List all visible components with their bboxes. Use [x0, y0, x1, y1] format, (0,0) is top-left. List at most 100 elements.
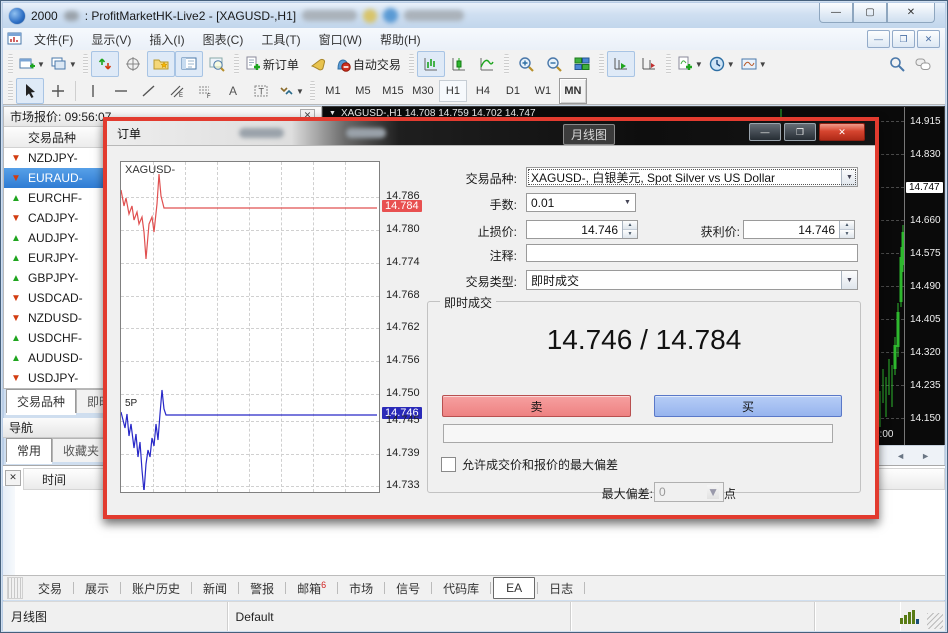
- toolbar-grip[interactable]: [8, 81, 13, 101]
- zoom-in-button[interactable]: [512, 51, 540, 77]
- mdi-close-button[interactable]: ✕: [917, 30, 940, 48]
- menu-item[interactable]: 插入(I): [140, 29, 193, 50]
- timeframe-m1-button[interactable]: M1: [319, 80, 347, 102]
- channel-tool-button[interactable]: E: [163, 78, 191, 104]
- bar-chart-button[interactable]: [417, 51, 445, 77]
- stop-loss-input[interactable]: 14.746 ▲▼: [526, 220, 638, 239]
- timeframe-mn-button[interactable]: MN: [559, 78, 587, 104]
- menu-item[interactable]: 工具(T): [252, 29, 309, 50]
- bottom-tab-item[interactable]: 账户历史: [123, 577, 189, 600]
- timeframe-h4-button[interactable]: H4: [469, 80, 497, 102]
- bottom-tab-item[interactable]: 市场: [340, 577, 382, 600]
- crosshair-tool-button[interactable]: [44, 78, 72, 104]
- order-dialog-titlebar[interactable]: 订单 月线图 — ❐ ✕: [107, 121, 875, 145]
- toolbar-grip[interactable]: [409, 54, 414, 74]
- bottom-tab-active[interactable]: EA: [493, 577, 535, 599]
- bottom-tab-item[interactable]: 展示: [76, 577, 118, 600]
- bottom-tab-item[interactable]: 邮箱6: [288, 577, 335, 600]
- tab-active[interactable]: 常用: [6, 438, 52, 462]
- terminal-panel-button[interactable]: [175, 51, 203, 77]
- price-scale[interactable]: 14.91514.83014.74714.66014.57514.49014.4…: [904, 107, 947, 446]
- text-tool-button[interactable]: A: [219, 78, 247, 104]
- take-profit-input[interactable]: 14.746 ▲▼: [743, 220, 855, 239]
- chevron-down-icon[interactable]: ▼: [841, 168, 857, 186]
- arrows-tool-button[interactable]: ▼: [275, 78, 307, 104]
- order-type-select[interactable]: 即时成交 ▼: [526, 270, 858, 290]
- bottom-tab-item[interactable]: 信号: [387, 577, 429, 600]
- toolbar-grip[interactable]: [310, 81, 315, 101]
- dialog-restore-button[interactable]: ❐: [784, 123, 816, 141]
- menu-item[interactable]: 图表(C): [194, 29, 253, 50]
- buy-button[interactable]: 买: [654, 395, 842, 417]
- menu-item[interactable]: 帮助(H): [371, 29, 430, 50]
- comment-input[interactable]: [526, 244, 858, 262]
- chat-community-icon[interactable]: [915, 56, 931, 72]
- toolbar-grip[interactable]: [599, 54, 604, 74]
- bottom-tab-item[interactable]: 警报: [241, 577, 283, 600]
- line-chart-button[interactable]: [473, 51, 501, 77]
- dialog-close-button[interactable]: ✕: [819, 123, 865, 141]
- autotrading-button[interactable]: 自动交易: [332, 51, 406, 77]
- text-label-tool-button[interactable]: T: [247, 78, 275, 104]
- timeframe-m30-button[interactable]: M30: [409, 80, 437, 102]
- chart-shift-button[interactable]: [635, 51, 663, 77]
- timeframe-h1-button[interactable]: H1: [439, 80, 467, 102]
- scroll-left-icon[interactable]: ◄: [896, 451, 905, 461]
- favorites-folder-button[interactable]: [147, 51, 175, 77]
- auto-scroll-button[interactable]: [607, 51, 635, 77]
- bottom-tab-item[interactable]: 新闻: [194, 577, 236, 600]
- chevron-down-icon[interactable]: ▼: [620, 194, 635, 211]
- periods-button[interactable]: ▼: [706, 51, 738, 77]
- maximize-button[interactable]: ▢: [853, 3, 887, 23]
- timeframe-m15-button[interactable]: M15: [379, 80, 407, 102]
- take-profit-spinner[interactable]: ▲▼: [839, 221, 854, 238]
- resize-grip[interactable]: [927, 613, 943, 629]
- templates-button[interactable]: ▼: [738, 51, 770, 77]
- new-order-button[interactable]: 新订单: [242, 51, 304, 77]
- timeframe-d1-button[interactable]: D1: [499, 80, 527, 102]
- tab-inactive[interactable]: 收藏夹: [52, 438, 110, 462]
- deviation-checkbox[interactable]: [441, 457, 456, 472]
- bottom-tab-item[interactable]: 日志: [540, 577, 582, 600]
- dialog-minimize-button[interactable]: —: [749, 123, 781, 141]
- stop-loss-spinner[interactable]: ▲▼: [622, 221, 637, 238]
- toolbar-grip[interactable]: [234, 54, 239, 74]
- trendline-tool-button[interactable]: [135, 78, 163, 104]
- chevron-down-icon[interactable]: ▼: [841, 271, 857, 289]
- symbol-select[interactable]: XAGUSD-, 白银美元, Spot Silver vs US Dollar …: [526, 167, 858, 187]
- minimize-button[interactable]: —: [819, 3, 853, 23]
- max-deviation-select[interactable]: 0 ▼: [654, 482, 724, 502]
- cursor-tool-button[interactable]: [16, 78, 44, 104]
- tile-windows-button[interactable]: [568, 51, 596, 77]
- bottom-tab-item[interactable]: 交易: [29, 577, 71, 600]
- menu-item[interactable]: 显示(V): [82, 29, 140, 50]
- mdi-minimize-button[interactable]: —: [867, 30, 890, 48]
- tab-active[interactable]: 交易品种: [6, 389, 76, 413]
- toolbar-grip[interactable]: [8, 54, 13, 74]
- scroll-right-icon[interactable]: ►: [921, 451, 930, 461]
- market-watch-toggle-button[interactable]: [91, 51, 119, 77]
- menu-item[interactable]: 文件(F): [25, 29, 82, 50]
- zoom-out-button[interactable]: [540, 51, 568, 77]
- vertical-line-tool-button[interactable]: [79, 78, 107, 104]
- strategy-tester-button[interactable]: [203, 51, 231, 77]
- bottom-tab-item[interactable]: 代码库: [434, 577, 488, 600]
- horizontal-line-tool-button[interactable]: [107, 78, 135, 104]
- terminal-grip[interactable]: [7, 577, 23, 599]
- profiles-button[interactable]: ▼: [48, 51, 80, 77]
- mdi-restore-button[interactable]: ❐: [892, 30, 915, 48]
- sell-button[interactable]: 卖: [442, 395, 631, 417]
- alert-horn-button[interactable]: [304, 51, 332, 77]
- toolbar-grip[interactable]: [83, 54, 88, 74]
- volume-select[interactable]: 0.01 ▼: [526, 193, 636, 212]
- fibonacci-tool-button[interactable]: F: [191, 78, 219, 104]
- menu-item[interactable]: 窗口(W): [310, 29, 371, 50]
- timeframe-w1-button[interactable]: W1: [529, 80, 557, 102]
- new-chart-button[interactable]: ▼: [16, 51, 48, 77]
- timeframe-m5-button[interactable]: M5: [349, 80, 377, 102]
- candlestick-chart-button[interactable]: [445, 51, 473, 77]
- toolbar-grip[interactable]: [666, 54, 671, 74]
- close-button[interactable]: ✕: [887, 3, 935, 23]
- navigator-toggle-button[interactable]: [119, 51, 147, 77]
- toolbar-grip[interactable]: [504, 54, 509, 74]
